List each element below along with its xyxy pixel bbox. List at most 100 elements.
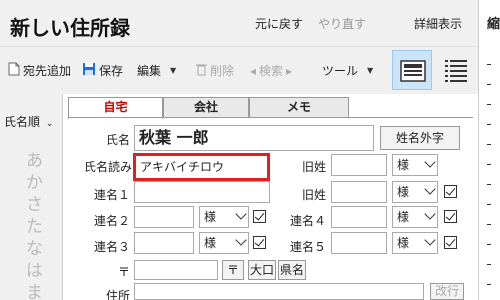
app-title: 新しい住所録: [10, 16, 130, 40]
renmei1-label: 連名１: [93, 188, 130, 202]
chevron-down-icon: [424, 156, 436, 168]
list-view-icon: [445, 60, 467, 82]
address-label: 住所: [105, 289, 130, 300]
renmei4-checkbox[interactable]: [444, 210, 457, 223]
right-panel: 縮: [478, 0, 500, 300]
list-mark: [487, 204, 491, 205]
document-add-icon: [8, 62, 20, 79]
honorific-value: 様: [397, 236, 410, 250]
add-recipient-label: 宛先追加: [23, 64, 72, 78]
chevron-down-icon: [424, 208, 436, 220]
list-mark: [487, 84, 491, 85]
honorific-value: 様: [397, 185, 410, 199]
list-mark: [487, 64, 491, 65]
renmei5-honorific-select[interactable]: 様: [392, 232, 438, 254]
save-icon: [82, 62, 96, 79]
delete-label: 削除: [210, 64, 235, 78]
tab-company[interactable]: 会社: [163, 97, 249, 117]
name-value: 秋葉 一郎: [139, 128, 209, 147]
delete-button[interactable]: 削除: [196, 62, 234, 79]
old-surname-label-2: 旧姓: [301, 188, 326, 202]
chevron-down-icon: [424, 183, 436, 195]
trash-icon: [196, 63, 207, 79]
list-view-button[interactable]: [436, 50, 476, 90]
honorific-value: 様: [204, 236, 217, 250]
old-surname-field-2[interactable]: [331, 181, 387, 203]
renmei5-field[interactable]: [331, 232, 387, 254]
large-office-button[interactable]: 大口: [248, 260, 276, 280]
renmei4-field[interactable]: [331, 206, 387, 228]
honorific-value: 様: [397, 158, 410, 172]
renmei1-field[interactable]: [134, 181, 270, 203]
list-mark: [487, 284, 491, 285]
tab-home[interactable]: 自宅: [68, 97, 163, 119]
old-surname-label: 旧姓: [301, 160, 326, 174]
postal-code-field[interactable]: [134, 260, 218, 280]
old-surname-honorific-select-2[interactable]: 様: [392, 181, 438, 203]
tools-menu[interactable]: ツール ▼: [322, 62, 373, 79]
details-button[interactable]: 詳細表示: [414, 15, 462, 32]
list-mark: [487, 164, 491, 165]
renmei2-checkbox[interactable]: [253, 210, 266, 223]
old-surname-checkbox-2[interactable]: [444, 185, 457, 198]
search-button[interactable]: ◂ 検索 ▸: [250, 62, 292, 79]
left-arrow-icon: ◂: [250, 63, 257, 78]
list-mark: [487, 224, 491, 225]
list-mark: [487, 184, 491, 185]
renmei3-label: 連名３: [93, 240, 130, 254]
add-recipient-button[interactable]: 宛先追加: [8, 62, 71, 79]
reading-field[interactable]: アキバイチロウ: [133, 153, 270, 181]
sort-order-label: 氏名順: [4, 115, 41, 129]
right-panel-title: 縮: [487, 17, 500, 32]
list-mark: [487, 104, 491, 105]
address-field[interactable]: [134, 283, 424, 300]
name-external-char-button[interactable]: 姓名外字: [380, 126, 460, 150]
card-view-button[interactable]: [392, 50, 432, 90]
list-mark: [487, 124, 491, 125]
edit-label: 編集: [137, 64, 162, 78]
postal-label: 〒: [117, 265, 130, 279]
name-field[interactable]: 秋葉 一郎: [134, 125, 374, 151]
renmei5-label: 連名５: [289, 240, 326, 254]
chevron-down-icon: ▼: [367, 66, 374, 75]
undo-button[interactable]: 元に戻す: [255, 15, 303, 32]
list-mark: [487, 144, 491, 145]
search-label: 検索: [259, 64, 284, 78]
tools-label: ツール: [322, 64, 359, 78]
tab-memo[interactable]: メモ: [249, 97, 349, 117]
old-surname-field[interactable]: [331, 154, 387, 176]
redo-button[interactable]: やり直す: [318, 15, 366, 32]
renmei5-checkbox[interactable]: [444, 236, 457, 249]
renmei4-label: 連名４: [289, 214, 326, 228]
old-surname-honorific-select[interactable]: 様: [392, 154, 438, 176]
prefecture-button[interactable]: 県名: [278, 260, 306, 280]
chevron-down-icon: [235, 234, 247, 246]
right-arrow-icon: ▸: [286, 63, 293, 78]
sort-order-select[interactable]: 氏名順 ⌄: [4, 113, 53, 130]
renmei3-field[interactable]: [134, 232, 194, 254]
honorific-value: 様: [397, 210, 410, 224]
renmei3-honorific-select[interactable]: 様: [199, 232, 249, 254]
save-label: 保存: [99, 64, 124, 78]
edit-menu[interactable]: 編集 ▼: [137, 62, 176, 79]
kana-index-ma[interactable]: ま: [26, 278, 43, 300]
chevron-down-icon: ⌄: [45, 119, 54, 129]
card-view-icon: [400, 60, 426, 82]
renmei2-field[interactable]: [134, 206, 194, 228]
postal-lookup-button[interactable]: 〒: [222, 260, 244, 280]
renmei3-checkbox[interactable]: [253, 236, 266, 249]
save-button[interactable]: 保存: [82, 62, 123, 79]
chevron-down-icon: [424, 234, 436, 246]
list-mark: [487, 244, 491, 245]
renmei4-honorific-select[interactable]: 様: [392, 206, 438, 228]
chevron-down-icon: [235, 208, 247, 220]
reading-value: アキバイチロウ: [140, 160, 225, 174]
renmei2-honorific-select[interactable]: 様: [199, 206, 249, 228]
honorific-value: 様: [204, 210, 217, 224]
reading-label: 氏名読み: [83, 160, 132, 174]
tab-divider: [68, 117, 473, 118]
name-label: 氏名: [105, 133, 130, 147]
list-mark: [487, 264, 491, 265]
newline-button[interactable]: 改行: [430, 283, 464, 300]
renmei2-label: 連名２: [93, 214, 130, 228]
